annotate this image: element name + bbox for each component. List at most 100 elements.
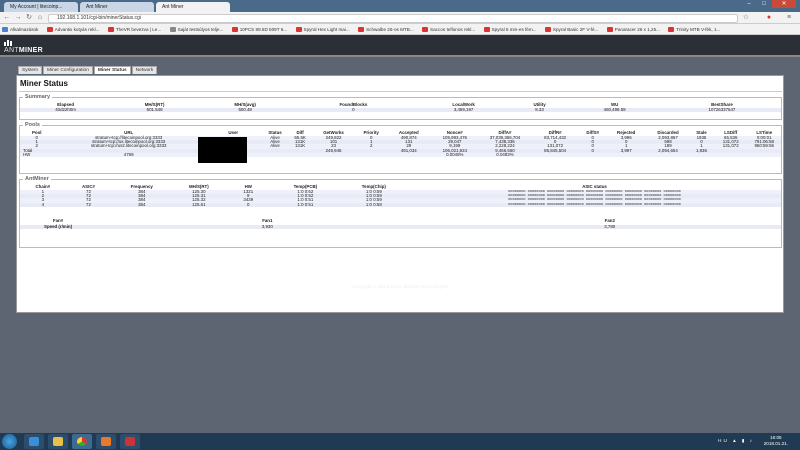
content-panel: Miner Status Summary Elapsed MH/S(RT) MH/S… xyxy=(16,75,784,313)
bookmark-icon xyxy=(483,27,490,32)
tab-network[interactable]: Network xyxy=(131,66,158,74)
bookmark-icon xyxy=(668,27,675,32)
apps-icon xyxy=(2,27,8,32)
bookmark-icon xyxy=(544,27,551,32)
tab-system[interactable]: System xyxy=(18,66,42,74)
start-button[interactable] xyxy=(2,434,17,449)
taskbar-ie[interactable] xyxy=(24,434,44,449)
section-legend: Pools xyxy=(25,122,40,128)
pool-cell xyxy=(580,152,606,158)
chrome-icon xyxy=(77,437,87,446)
browser-tab-active[interactable]: Ant Miner xyxy=(156,2,230,12)
bookmark-item[interactable]: TheVR bevezva | Le... xyxy=(106,24,166,34)
summary-value: 0 xyxy=(292,107,415,113)
divider xyxy=(19,91,782,92)
summary-value: 3,459,197 xyxy=(414,107,513,113)
maximize-icon[interactable]: □ xyxy=(757,0,771,8)
app-icon xyxy=(125,437,135,446)
pool-cell xyxy=(747,152,781,158)
pool-cell xyxy=(354,152,388,158)
bookmark-item[interactable]: Trinity MTB V-fék, 1... xyxy=(666,24,725,34)
pool-cell xyxy=(647,152,689,158)
bookmark-item[interactable]: Schwalbe 26-os MTB... xyxy=(356,24,419,34)
taskbar-media[interactable] xyxy=(96,434,116,449)
pools-table: Pool URL User Status Diff GetWorks Priority Acc… xyxy=(20,128,781,158)
close-icon[interactable]: ✕ xyxy=(772,0,796,8)
back-icon[interactable]: ← xyxy=(3,14,11,22)
bookmark-icon xyxy=(46,27,53,32)
section-legend: Summary xyxy=(25,94,51,100)
system-tray[interactable]: HU ▲ ▮ ♪ xyxy=(718,438,754,444)
bookmark-item[interactable]: Spyral Hex Light mai... xyxy=(294,24,355,34)
media-icon xyxy=(101,437,111,446)
menu-icon[interactable]: ≡ xyxy=(785,14,793,22)
bookmark-icon xyxy=(107,27,114,32)
taskbar-chrome[interactable] xyxy=(72,434,92,449)
bookmark-item[interactable]: Spyral Basic 2F V-fé... xyxy=(543,24,603,34)
pool-cell: 0.0045% xyxy=(429,152,480,158)
taskbar: HU ▲ ▮ ♪ 16:05 2018.01.21. xyxy=(0,433,800,450)
summary-value: 10726337647 xyxy=(662,107,781,113)
bookmark-item[interactable]: Spyral 5 mm-es fém... xyxy=(482,24,542,34)
summary-value: 501.548 xyxy=(111,107,199,113)
ie-icon xyxy=(29,437,39,446)
table-header: User xyxy=(228,129,239,135)
bookmark-icon xyxy=(358,27,365,32)
redacted-user-block xyxy=(198,137,247,163)
clock[interactable]: 16:05 2018.01.21. xyxy=(764,435,788,447)
pool-cell: 0.0493% xyxy=(479,152,531,158)
folder-icon xyxy=(53,437,63,446)
bookmark-icon xyxy=(231,27,238,32)
pool-cell xyxy=(287,152,313,158)
web-page: ANTMINER System Miner Configuration Miner … xyxy=(0,35,800,433)
bookmark-item[interactable]: Saját testsúlyos telje... xyxy=(168,24,229,34)
bookmark-icon xyxy=(295,27,302,32)
bookmark-item[interactable]: Saccon teflonos rekl... xyxy=(420,24,480,34)
bookmark-item[interactable]: 10PCS 88.5D 509T 6... xyxy=(230,24,292,34)
summary-table: Elapsed MH/S(RT) MH/S(avg) FoundBlocks Local… xyxy=(20,100,781,113)
url-input[interactable]: 192.168.1.101/cgi-bin/minerStatus.cgi xyxy=(48,14,738,23)
pool-cell xyxy=(688,152,714,158)
section-legend: AntMiner xyxy=(25,176,49,182)
browser-tab[interactable]: Ant Miner xyxy=(80,2,154,12)
bookmark-item[interactable]: Advantix kutyás rekl... xyxy=(45,24,105,34)
fan2-speed: 3,780 xyxy=(438,224,781,230)
summary-value: 460,498.59 xyxy=(566,107,663,113)
chains-table: Chain# ASIC# Frequency MH/S(RT) HW Temp(PCB) T… xyxy=(20,182,781,207)
tab-miner-status[interactable]: Miner Status xyxy=(93,66,131,74)
taskbar-app[interactable] xyxy=(120,434,140,449)
bookmark-icon xyxy=(606,27,613,32)
reload-icon[interactable]: ↻ xyxy=(25,14,33,22)
home-icon[interactable]: ⌂ xyxy=(36,14,44,22)
browser-tab[interactable]: My Account | litecoinp... xyxy=(4,2,78,12)
pool-cell xyxy=(530,152,581,158)
bookmark-item[interactable]: Panaracer 26 x 1,25... xyxy=(605,24,665,34)
bookmarks-bar: Alkalmazások Advantix kutyás rekl... The… xyxy=(0,24,800,35)
pool-cell: HW xyxy=(20,152,54,158)
summary-value: 8.33 xyxy=(512,107,567,113)
pool-cell xyxy=(262,152,288,158)
page-title: Miner Status xyxy=(20,79,69,88)
pool-cell: 4769 xyxy=(53,152,204,158)
pool-cell xyxy=(312,152,355,158)
extension-icon[interactable]: ● xyxy=(765,14,773,22)
fan1-speed: 3,930 xyxy=(96,224,439,230)
app-header: ANTMINER xyxy=(0,35,800,57)
pools-section: Pools Pool URL User Status Diff GetWorks Prior… xyxy=(19,122,782,174)
fans-table: Fan# Fan1 Fan2 Speed (r/min) 3,930 3,780 xyxy=(20,217,781,230)
tab-miner-configuration[interactable]: Miner Configuration xyxy=(43,66,93,74)
bookmark-item[interactable]: Alkalmazások xyxy=(0,24,43,34)
browser-tab-strip: My Account | litecoinp... Ant Miner Ant … xyxy=(0,0,800,12)
minimize-icon[interactable]: – xyxy=(742,0,756,8)
forward-icon[interactable]: → xyxy=(14,14,22,22)
page-tabs: System Miner Configuration Miner Status Net… xyxy=(18,66,158,74)
address-bar-row: ← → ↻ ⌂ 192.168.1.101/cgi-bin/minerStatu… xyxy=(0,12,800,24)
taskbar-explorer[interactable] xyxy=(48,434,68,449)
summary-value: 40d22h0m xyxy=(20,107,112,113)
logo: ANTMINER xyxy=(4,47,43,54)
summary-section: Summary Elapsed MH/S(RT) MH/S(avg) FoundBlo… xyxy=(19,94,782,120)
fan-speed-label: Speed (r/min) xyxy=(20,224,97,230)
pool-cell xyxy=(714,152,748,158)
star-icon[interactable]: ☆ xyxy=(742,14,750,22)
bookmark-icon xyxy=(169,27,176,32)
